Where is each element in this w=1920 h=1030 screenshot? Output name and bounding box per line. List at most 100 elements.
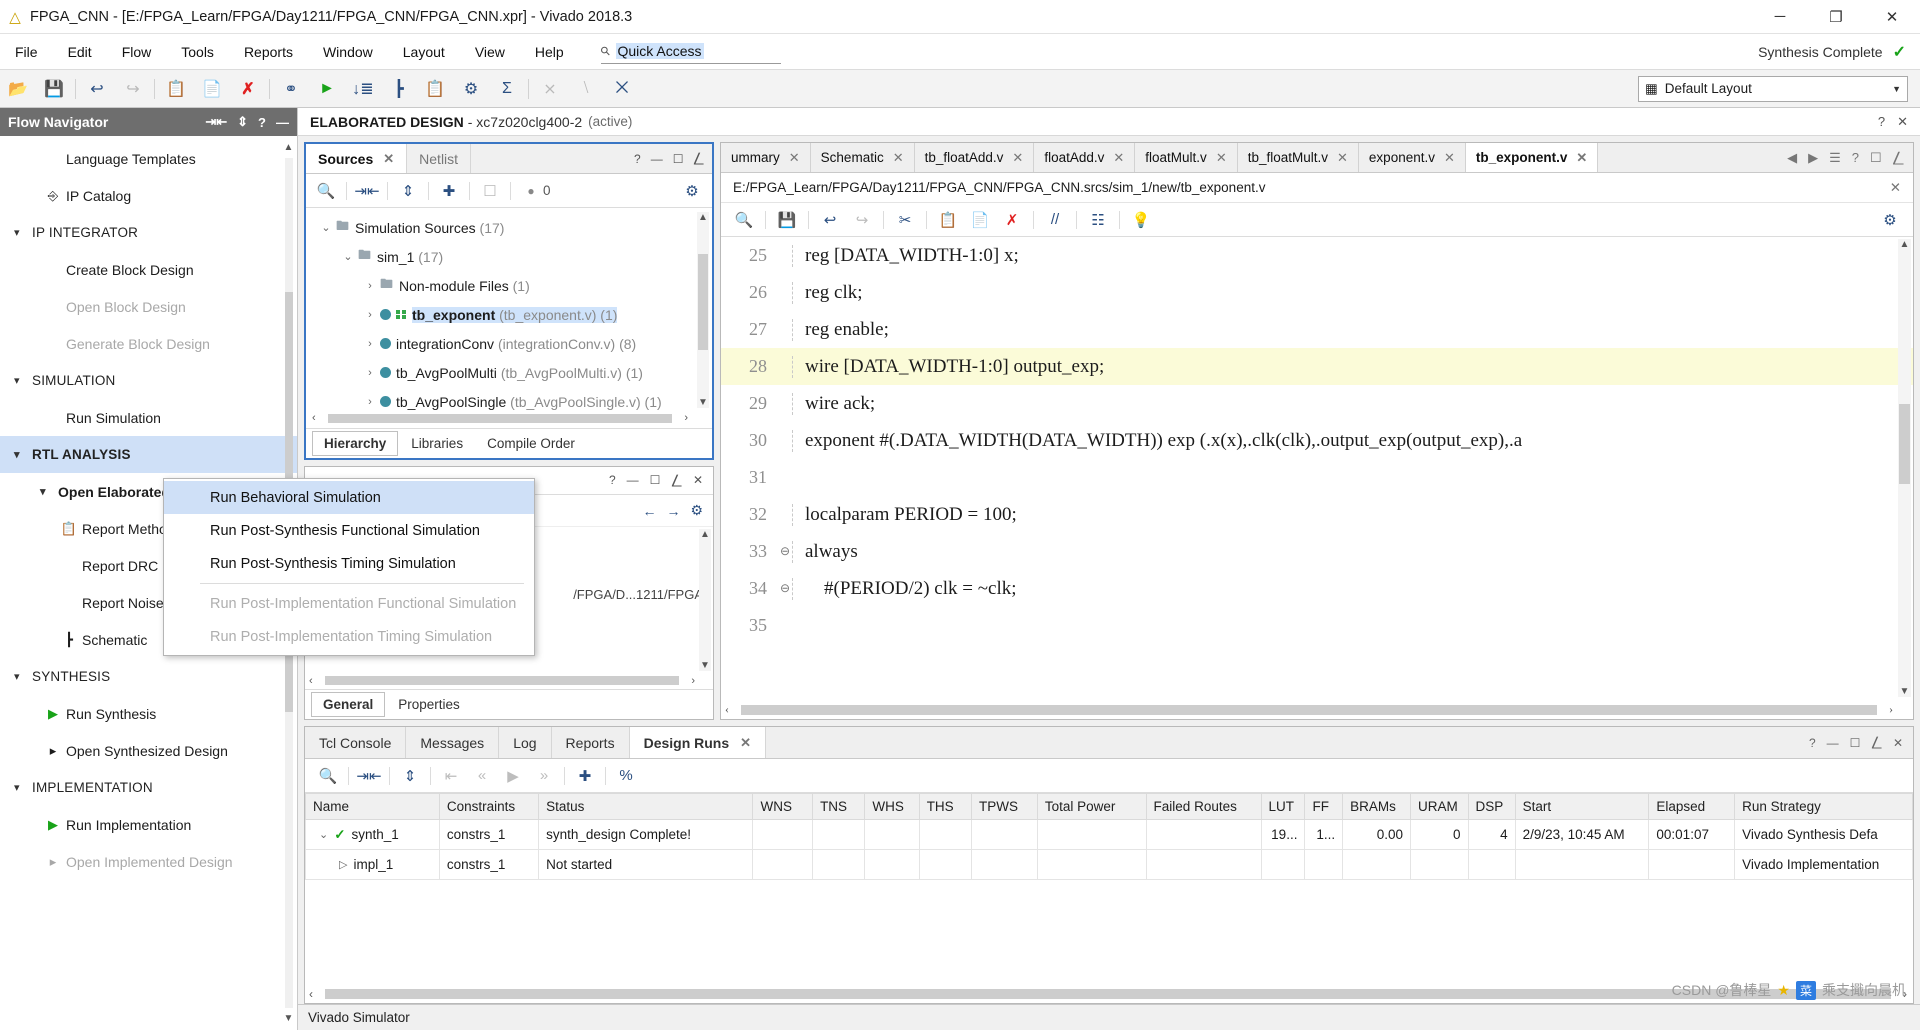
report-methodology-icon[interactable]: 📋 [417,74,453,104]
search-find-icon[interactable]: ⚭ [273,74,309,104]
close-icon[interactable]: ✕ [1444,150,1455,166]
hint-bulb-icon[interactable]: 💡 [1126,207,1156,233]
undo-icon[interactable]: ↩ [79,74,115,104]
settings-gear-icon[interactable]: ⚙ [678,178,706,204]
delete-icon[interactable]: ✗ [230,74,266,104]
tab-compile-order[interactable]: Compile Order [476,432,586,455]
code-line[interactable]: 26 reg clk; [721,274,1913,311]
first-run-icon[interactable]: ⇤ [436,763,466,789]
close-icon[interactable]: ✕ [1890,180,1901,196]
tree-expander-icon[interactable]: › [360,396,380,408]
code-line[interactable]: 30 exponent # (.DATA_WIDTH(DATA_WIDTH)) ex… [721,422,1913,459]
minimize-panel-icon[interactable]: — [627,473,639,488]
runs-column-header[interactable]: Run Strategy [1734,793,1913,820]
code-line[interactable]: 34 ⊖ # (PERIOD/2) clk = ~clk; [721,570,1913,607]
settings-gear-icon[interactable]: ⚙ [453,74,489,104]
menu-edit[interactable]: Edit [53,34,107,70]
menu-window[interactable]: Window [308,34,388,70]
close-icon[interactable]: ✕ [1897,114,1908,130]
sum-sigma-icon[interactable]: Σ [489,74,525,104]
close-icon[interactable]: ✕ [893,150,904,166]
percent-icon[interactable]: % [611,763,641,789]
expand-all-icon[interactable]: ⇕ [395,763,425,789]
flow-nav-item-ip-catalog[interactable]: ⎆ IP Catalog [0,177,297,214]
source-tree-row[interactable]: › integrationConv (integrationConv.v) (8) [306,329,712,358]
editor-tab-ummary[interactable]: ummary ✕ [721,143,811,172]
help-icon[interactable]: ? [1878,114,1885,130]
scroll-left-icon[interactable]: ‹ [725,702,729,717]
properties-vscrollbar[interactable]: ▲ ▼ [699,529,711,671]
layout-selector[interactable]: ▦ Default Layout ▼ [1638,75,1908,102]
play-run-icon[interactable]: ▶ [498,763,528,789]
minimize-panel-icon[interactable]: — [276,115,289,130]
indent-icon[interactable]: ☷ [1083,207,1113,233]
properties-hscrollbar[interactable]: ‹ › [309,674,695,687]
editor-tab-floatmult-v[interactable]: floatMult.v ✕ [1135,143,1238,172]
paste-icon[interactable]: 📄 [965,207,995,233]
previous-tab-icon[interactable]: ◀ [1787,150,1797,166]
cross-probe-3-icon[interactable]: ⨉ [604,74,640,104]
design-runs-hscrollbar[interactable]: ‹ › [309,986,1907,1001]
float-panel-icon[interactable]: ⎳ [1893,150,1904,166]
next-run-icon[interactable]: » [529,763,559,789]
bottom-tab-log[interactable]: Log [499,727,552,758]
code-fold-icon[interactable]: ⊖ [777,544,793,559]
tree-expander-icon[interactable]: › [360,367,380,379]
context-menu-item-run-post-synthesis-functional-simulation[interactable]: Run Post-Synthesis Functional Simulation [164,514,534,547]
close-icon[interactable]: ✕ [1337,150,1348,166]
close-icon[interactable]: ✕ [1576,150,1587,166]
flow-nav-item-ip-integrator[interactable]: ▾ IP INTEGRATOR [0,214,297,251]
tab-libraries[interactable]: Libraries [400,432,474,455]
runs-column-header[interactable]: DSP [1467,793,1516,820]
tree-expander-icon[interactable]: › [360,338,380,350]
sources-tree[interactable]: ⌄ 🖿 Simulation Sources (17) ⌄ 🖿 sim_1 (17) › 🖿 N… [306,208,712,428]
menu-reports[interactable]: Reports [229,34,308,70]
editor-tab-schematic[interactable]: Schematic ✕ [810,143,915,172]
close-button[interactable]: ✕ [1864,0,1920,34]
redo-icon[interactable]: ↪ [115,74,151,104]
tree-expander-icon[interactable]: › [360,309,380,321]
code-line[interactable]: 27 reg enable; [721,311,1913,348]
copy-icon[interactable]: 📋 [933,207,963,233]
maximize-panel-icon[interactable]: ☐ [1850,736,1861,750]
close-icon[interactable]: ✕ [1893,736,1903,750]
runs-column-header[interactable]: Elapsed [1648,793,1736,820]
chevron-down-icon[interactable]: ▾ [40,485,58,498]
runs-name-cell[interactable]: ▷ impl_1 [305,849,440,880]
bottom-tab-design-runs[interactable]: Design Runs ✕ [629,727,767,758]
settings-gear-icon[interactable]: ⚙ [1875,207,1905,233]
menu-flow[interactable]: Flow [107,34,167,70]
undo-icon[interactable]: ↩ [815,207,845,233]
expand-all-icon[interactable]: ⇕ [394,178,422,204]
maximize-panel-icon[interactable]: ☐ [673,152,684,166]
cross-probe-2-icon[interactable]: ⧵ [568,74,604,104]
code-vscrollbar[interactable]: ▲ ▼ [1898,239,1911,697]
runs-column-header[interactable]: THS [918,793,972,820]
next-tab-icon[interactable]: ▶ [1808,150,1818,166]
code-view[interactable]: 25 reg [DATA_WIDTH-1:0] x; 26 reg clk; 27 reg… [721,237,1913,719]
tab-sources[interactable]: Sources ✕ [306,144,408,173]
report-timing-icon[interactable]: ↓≣ [345,74,381,104]
code-line[interactable]: 29 wire ack; [721,385,1913,422]
help-icon[interactable]: ? [1809,736,1816,750]
close-icon[interactable]: ✕ [740,735,751,751]
tab-list-icon[interactable]: ☰ [1829,150,1841,166]
editor-tab-exponent-v[interactable]: exponent.v ✕ [1358,143,1466,172]
runs-column-header[interactable]: WHS [864,793,920,820]
runs-column-header[interactable]: WNS [752,793,814,820]
menu-file[interactable]: File [0,34,53,70]
menu-help[interactable]: Help [520,34,579,70]
design-runs-table-wrapper[interactable]: Name Constraints Status WNS TNS WHS THS TPWS Tot… [305,793,1913,1003]
chevron-down-icon[interactable]: ▾ [14,448,32,461]
maximize-button[interactable]: ❐ [1808,0,1864,34]
runs-column-header[interactable]: TNS [812,793,866,820]
runs-column-header[interactable]: Constraints [438,793,540,820]
tab-properties[interactable]: Properties [387,693,471,716]
minimize-button[interactable]: ─ [1752,0,1808,34]
run-icon[interactable]: ► [309,74,345,104]
flow-nav-item-open-block-design[interactable]: Open Block Design [0,288,297,325]
code-line[interactable]: 32 localparam PERIOD = 100; [721,496,1913,533]
cut-icon[interactable]: ✂ [890,207,920,233]
copy-icon[interactable]: 📋 [158,74,194,104]
tab-hierarchy[interactable]: Hierarchy [312,431,399,456]
